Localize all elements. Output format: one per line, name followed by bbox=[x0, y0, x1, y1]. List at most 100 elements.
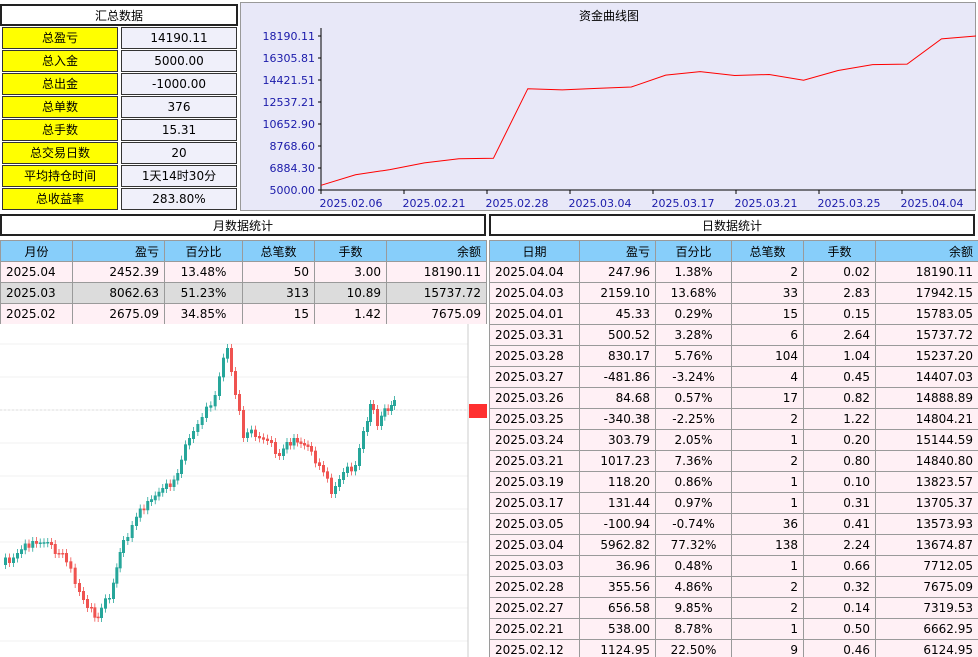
summary-label: 平均持仓时间 bbox=[2, 165, 118, 187]
candle-body bbox=[213, 395, 217, 407]
candle-body bbox=[192, 431, 195, 439]
table-row[interactable]: 2025.04 2452.39 13.48% 50 3.00 18190.11 bbox=[0, 261, 487, 283]
table-cell: 15 bbox=[242, 303, 315, 325]
table-cell: 1124.95 bbox=[579, 639, 656, 657]
candle-body bbox=[310, 446, 313, 452]
y-tick-label: 5000.00 bbox=[270, 184, 316, 197]
y-tick-label: 16305.81 bbox=[263, 52, 316, 65]
table-cell: 33 bbox=[731, 282, 804, 304]
column-header[interactable]: 总笔数 bbox=[731, 240, 804, 262]
table-cell: 3.00 bbox=[314, 261, 387, 283]
table-cell: 0.48% bbox=[655, 555, 732, 577]
table-cell: 4 bbox=[731, 366, 804, 388]
candle-body bbox=[218, 376, 221, 396]
candle-body bbox=[254, 429, 257, 437]
table-row[interactable]: 2025.02.12 1124.95 22.50% 9 0.46 6124.95 bbox=[489, 639, 978, 657]
candle-body bbox=[50, 542, 53, 545]
candle-body bbox=[238, 394, 241, 411]
column-header[interactable]: 总笔数 bbox=[242, 240, 315, 262]
table-cell: -340.38 bbox=[579, 408, 656, 430]
column-header[interactable]: 日期 bbox=[489, 240, 580, 262]
candle-body bbox=[350, 466, 353, 472]
table-cell: 51.23% bbox=[164, 282, 243, 304]
candle-body bbox=[46, 542, 50, 544]
table-cell: 6124.95 bbox=[875, 639, 978, 657]
table-row[interactable]: 2025.02 2675.09 34.85% 15 1.42 7675.09 bbox=[0, 303, 487, 325]
column-header[interactable]: 盈亏 bbox=[579, 240, 656, 262]
candle-body bbox=[386, 408, 390, 411]
table-cell: 2025.03.21 bbox=[489, 450, 580, 472]
table-row[interactable]: 2025.03.05 -100.94 -0.74% 36 0.41 13573.93 bbox=[489, 513, 978, 535]
table-cell: -100.94 bbox=[579, 513, 656, 535]
table-row[interactable]: 2025.04.04 247.96 1.38% 2 0.02 18190.11 bbox=[489, 261, 978, 283]
table-cell: 2025.03 bbox=[0, 282, 73, 304]
candle-body bbox=[118, 552, 122, 569]
column-header[interactable]: 手数 bbox=[314, 240, 387, 262]
summary-label: 总入金 bbox=[2, 50, 118, 72]
table-cell: 22.50% bbox=[655, 639, 732, 657]
table-cell: 0.41 bbox=[803, 513, 876, 535]
table-cell: 15 bbox=[731, 303, 804, 325]
table-cell: 303.79 bbox=[579, 429, 656, 451]
table-cell: 7675.09 bbox=[875, 576, 978, 598]
table-row[interactable]: 2025.02.21 538.00 8.78% 1 0.50 6662.95 bbox=[489, 618, 978, 640]
table-cell: 0.46 bbox=[803, 639, 876, 657]
summary-value: 5000.00 bbox=[121, 50, 237, 72]
table-cell: 0.82 bbox=[803, 387, 876, 409]
summary-label: 总手数 bbox=[2, 119, 118, 141]
table-row[interactable]: 2025.04.03 2159.10 13.68% 33 2.83 17942.15 bbox=[489, 282, 978, 304]
table-cell: 2025.03.04 bbox=[489, 534, 580, 556]
candle-body bbox=[184, 444, 187, 461]
candle-body bbox=[8, 557, 11, 563]
equity-chart-svg: 资金曲线图 18190.11 16305.81 14421.51 12537.21 106… bbox=[263, 8, 977, 210]
candle-body bbox=[23, 543, 27, 551]
table-row[interactable]: 2025.04.01 45.33 0.29% 15 0.15 15783.05 bbox=[489, 303, 978, 325]
candle-body bbox=[82, 591, 85, 600]
candle-body bbox=[292, 438, 296, 446]
table-row[interactable]: 2025.03.25 -340.38 -2.25% 2 1.22 14804.21 bbox=[489, 408, 978, 430]
table-cell: 14888.89 bbox=[875, 387, 978, 409]
candle-body bbox=[153, 495, 157, 501]
daily-table: 日期 盈亏 百分比 总笔数 手数 余额 2025.04.04 247.96 1.38% 2 0.0… bbox=[489, 240, 978, 657]
column-header[interactable]: 百分比 bbox=[655, 240, 732, 262]
candle-body bbox=[270, 440, 273, 443]
table-row[interactable]: 2025.03.03 36.96 0.48% 1 0.66 7712.05 bbox=[489, 555, 978, 577]
candle-body bbox=[180, 459, 183, 474]
table-row[interactable]: 2025.02.27 656.58 9.85% 2 0.14 7319.53 bbox=[489, 597, 978, 619]
x-tick-label: 2025.03.17 bbox=[652, 197, 715, 210]
candle-body bbox=[230, 348, 233, 372]
table-cell: 2025.03.17 bbox=[489, 492, 580, 514]
column-header[interactable]: 月份 bbox=[0, 240, 73, 262]
table-cell: 0.57% bbox=[655, 387, 732, 409]
table-row[interactable]: 2025.03.31 500.52 3.28% 6 2.64 15737.72 bbox=[489, 324, 978, 346]
table-row[interactable]: 2025.03.28 830.17 5.76% 104 1.04 15237.20 bbox=[489, 345, 978, 367]
candle-body bbox=[322, 465, 325, 473]
candlestick-chart-image bbox=[0, 324, 489, 657]
summary-value: -1000.00 bbox=[121, 73, 237, 95]
candle-body bbox=[342, 472, 345, 480]
table-cell: 6662.95 bbox=[875, 618, 978, 640]
table-row[interactable]: 2025.02.28 355.56 4.86% 2 0.32 7675.09 bbox=[489, 576, 978, 598]
equity-line bbox=[320, 35, 977, 186]
table-cell: -2.25% bbox=[655, 408, 732, 430]
table-cell: 45.33 bbox=[579, 303, 656, 325]
table-row[interactable]: 2025.03 8062.63 51.23% 313 10.89 15737.72 bbox=[0, 282, 487, 304]
y-tick-label: 12537.21 bbox=[263, 96, 316, 109]
column-header[interactable]: 手数 bbox=[803, 240, 876, 262]
table-row[interactable]: 2025.03.19 118.20 0.86% 1 0.10 13823.57 bbox=[489, 471, 978, 493]
table-row[interactable]: 2025.03.27 -481.86 -3.24% 4 0.45 14407.03 bbox=[489, 366, 978, 388]
summary-label: 总出金 bbox=[2, 73, 118, 95]
candle-body bbox=[266, 438, 269, 441]
column-header[interactable]: 百分比 bbox=[164, 240, 243, 262]
column-header[interactable]: 余额 bbox=[386, 240, 487, 262]
table-row[interactable]: 2025.03.04 5962.82 77.32% 138 2.24 13674.87 bbox=[489, 534, 978, 556]
table-row[interactable]: 2025.03.24 303.79 2.05% 1 0.20 15144.59 bbox=[489, 429, 978, 451]
column-header[interactable]: 余额 bbox=[875, 240, 978, 262]
summary-rows: 总盈亏 14190.11 总入金 5000.00 总出金 -1000.00 总单数 376 总手… bbox=[0, 27, 238, 210]
summary-label: 总交易日数 bbox=[2, 142, 118, 164]
table-row[interactable]: 2025.03.26 84.68 0.57% 17 0.82 14888.89 bbox=[489, 387, 978, 409]
table-cell: 2159.10 bbox=[579, 282, 656, 304]
table-row[interactable]: 2025.03.21 1017.23 7.36% 2 0.80 14840.80 bbox=[489, 450, 978, 472]
table-row[interactable]: 2025.03.17 131.44 0.97% 1 0.31 13705.37 bbox=[489, 492, 978, 514]
column-header[interactable]: 盈亏 bbox=[72, 240, 165, 262]
